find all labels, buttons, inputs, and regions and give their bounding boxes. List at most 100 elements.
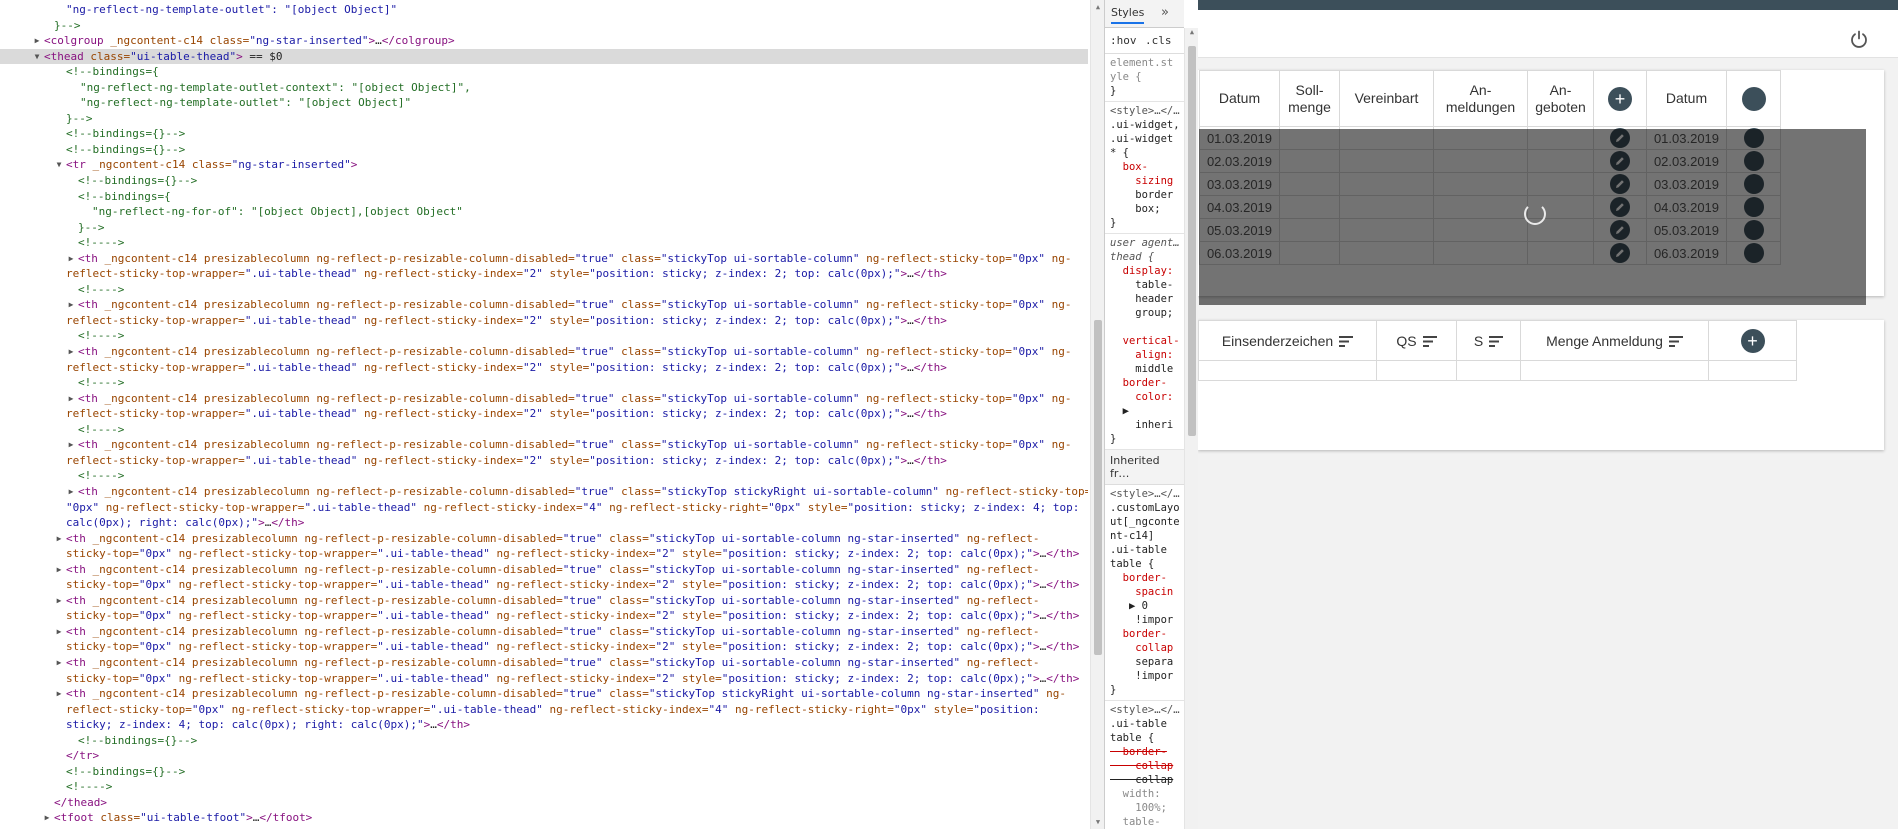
- sort-icon[interactable]: [1417, 333, 1437, 349]
- dom-node-line[interactable]: reflect-sticky-top-wrapper=".ui-table-th…: [0, 360, 1088, 376]
- dom-node-line[interactable]: ▶ <th _ngcontent-c14 presizablecolumn ng-…: [0, 655, 1088, 671]
- selected-dom-node[interactable]: ▼ <thead class="ui-table-thead"> == $0: [0, 48, 1088, 65]
- hov-toggle[interactable]: :hov: [1110, 34, 1137, 47]
- css-rule[interactable]: element.st yle {}: [1105, 54, 1184, 102]
- css-rule[interactable]: <style>…</… .customLayo ut[_ngconte nt-c14]…: [1105, 485, 1184, 701]
- dom-node-line[interactable]: <!--bindings={: [0, 64, 1088, 80]
- dom-node-line[interactable]: ▶ <th _ngcontent-c14 presizablecolumn ng-…: [0, 297, 1088, 313]
- dom-node-line[interactable]: }-->: [0, 220, 1088, 236]
- expand-triangle-icon[interactable]: ▶: [42, 810, 52, 826]
- dom-node-line[interactable]: "ng-reflect-ng-template-outlet-context":…: [0, 80, 1088, 96]
- expand-triangle-icon[interactable]: ▶: [66, 297, 76, 313]
- dom-node-line[interactable]: sticky-top="0px" ng-reflect-sticky-top-w…: [0, 671, 1088, 687]
- expand-triangle-icon[interactable]: ▶: [54, 655, 64, 671]
- sortable-column-header[interactable]: Menge Anmeldung: [1520, 320, 1709, 361]
- dom-node-line[interactable]: <!--bindings={}-->: [0, 142, 1088, 158]
- dom-node-line[interactable]: "0px" ng-reflect-sticky-top-wrapper=".ui…: [0, 500, 1088, 516]
- dom-node-line[interactable]: <!---->: [0, 375, 1088, 391]
- column-header[interactable]: Vereinbart: [1339, 70, 1434, 127]
- styles-scrollbar[interactable]: ▲: [1184, 28, 1198, 829]
- scrollbar-thumb[interactable]: [1188, 46, 1196, 436]
- dom-node-line[interactable]: ▶ <th _ngcontent-c14 presizablecolumn ng-…: [0, 531, 1088, 547]
- dom-node-line[interactable]: ▶ <th _ngcontent-c14 presizablecolumn ng-…: [0, 686, 1088, 702]
- dom-node-line[interactable]: ▶ <th _ngcontent-c14 presizablecolumn ng-…: [0, 484, 1088, 500]
- more-tabs-icon[interactable]: »: [1161, 5, 1169, 20]
- dom-node-line[interactable]: "ng-reflect-ng-template-outlet": "[objec…: [0, 2, 1088, 18]
- column-header[interactable]: Soll- menge: [1279, 70, 1340, 127]
- dom-node-line[interactable]: reflect-sticky-top-wrapper=".ui-table-th…: [0, 406, 1088, 422]
- dom-node-line[interactable]: sticky-top="0px" ng-reflect-sticky-top-w…: [0, 546, 1088, 562]
- dom-node-line[interactable]: <!--bindings={}-->: [0, 173, 1088, 189]
- add-row-button[interactable]: +: [1608, 86, 1632, 111]
- dom-node-line[interactable]: sticky-top="0px" ng-reflect-sticky-top-w…: [0, 639, 1088, 655]
- dom-node-line[interactable]: calc(0px); right: calc(0px);">…</th>: [0, 515, 1088, 531]
- header-add-cell[interactable]: +: [1593, 70, 1647, 127]
- scroll-up-icon[interactable]: ▲: [1185, 28, 1199, 36]
- css-rule[interactable]: <style>…</… .ui-widget, .ui-widget * { box-…: [1105, 102, 1184, 234]
- cls-toggle[interactable]: .cls: [1145, 34, 1172, 47]
- expand-triangle-icon[interactable]: ▶: [66, 391, 76, 407]
- scroll-up-icon[interactable]: ▲: [1091, 0, 1105, 14]
- expand-triangle-icon[interactable]: ▶: [54, 624, 64, 640]
- expand-triangle-icon[interactable]: ▶: [54, 531, 64, 547]
- expand-triangle-icon[interactable]: ▶: [66, 484, 76, 500]
- tab-styles[interactable]: Styles: [1111, 6, 1145, 24]
- dom-node-line[interactable]: <!---->: [0, 468, 1088, 484]
- css-rule[interactable]: user agent… thead { display: table- heade…: [1105, 234, 1184, 450]
- dom-node-line[interactable]: sticky; z-index: 4; top: calc(0px); righ…: [0, 717, 1088, 733]
- dom-node-line[interactable]: reflect-sticky-top-wrapper=".ui-table-th…: [0, 266, 1088, 282]
- sort-icon[interactable]: [1333, 333, 1354, 349]
- dom-node-line[interactable]: <!--bindings={}-->: [0, 764, 1088, 780]
- dom-node-line[interactable]: ▶ <th _ngcontent-c14 presizablecolumn ng-…: [0, 391, 1088, 407]
- collapse-triangle-icon[interactable]: ▼: [32, 49, 42, 65]
- dom-node-line[interactable]: </thead>: [0, 795, 1088, 811]
- sortable-column-header[interactable]: QS: [1376, 320, 1457, 361]
- column-header[interactable]: Datum: [1199, 70, 1280, 127]
- dom-node-line[interactable]: }-->: [0, 111, 1088, 127]
- dom-tree-scrollbar[interactable]: ▲ ▼: [1090, 0, 1104, 829]
- sort-icon[interactable]: [1483, 333, 1504, 349]
- dom-node-line[interactable]: </tr>: [0, 748, 1088, 764]
- scroll-down-icon[interactable]: ▼: [1091, 815, 1105, 829]
- header-add-cell[interactable]: +: [1708, 320, 1797, 361]
- expand-triangle-icon[interactable]: ▶: [66, 344, 76, 360]
- dom-node-line[interactable]: reflect-sticky-top-wrapper=".ui-table-th…: [0, 313, 1088, 329]
- collapse-triangle-icon[interactable]: ▼: [54, 157, 64, 173]
- column-options-button[interactable]: [1741, 86, 1766, 111]
- dom-node-line[interactable]: sticky-top="0px" ng-reflect-sticky-top-w…: [0, 608, 1088, 624]
- dom-node-line[interactable]: ▶ <th _ngcontent-c14 presizablecolumn ng-…: [0, 562, 1088, 578]
- expand-triangle-icon[interactable]: ▶: [66, 437, 76, 453]
- dom-node-line[interactable]: reflect-sticky-top-wrapper=".ui-table-th…: [0, 453, 1088, 469]
- dom-node-line[interactable]: ▼ <tr _ngcontent-c14 class="ng-star-inser…: [0, 157, 1088, 173]
- column-header[interactable]: An- meldungen: [1433, 70, 1528, 127]
- dom-node-line[interactable]: }-->: [0, 18, 1088, 34]
- dom-node-line[interactable]: <!--bindings={}-->: [0, 733, 1088, 749]
- expand-triangle-icon[interactable]: ▶: [66, 251, 76, 267]
- expand-triangle-icon[interactable]: ▶: [54, 562, 64, 578]
- scrollbar-thumb[interactable]: [1094, 320, 1102, 655]
- column-header[interactable]: An- geboten: [1527, 70, 1594, 127]
- dom-node-line[interactable]: <!--bindings={: [0, 189, 1088, 205]
- dom-node-line[interactable]: ▶ <th _ngcontent-c14 presizablecolumn ng-…: [0, 437, 1088, 453]
- sortable-column-header[interactable]: S: [1456, 320, 1521, 361]
- add-registration-button[interactable]: +: [1740, 328, 1765, 353]
- power-icon[interactable]: [1850, 30, 1868, 48]
- dom-node-line[interactable]: <!---->: [0, 422, 1088, 438]
- expand-triangle-icon[interactable]: ▶: [54, 686, 64, 702]
- dom-node-line[interactable]: <!---->: [0, 235, 1088, 251]
- dom-node-line[interactable]: reflect-sticky-top="0px" ng-reflect-stic…: [0, 702, 1088, 718]
- dom-node-line[interactable]: <!--bindings={}-->: [0, 126, 1088, 142]
- dom-node-line[interactable]: sticky-top="0px" ng-reflect-sticky-top-w…: [0, 577, 1088, 593]
- dom-node-line[interactable]: "ng-reflect-ng-template-outlet": "[objec…: [0, 95, 1088, 111]
- dom-node-line[interactable]: <!---->: [0, 282, 1088, 298]
- dom-node-line[interactable]: <!---->: [0, 779, 1088, 795]
- dom-node-line[interactable]: ▶ <th _ngcontent-c14 presizablecolumn ng-…: [0, 593, 1088, 609]
- dom-node-line[interactable]: "ng-reflect-ng-for-of": "[object Object]…: [0, 204, 1088, 220]
- expand-triangle-icon[interactable]: ▶: [32, 33, 42, 49]
- sortable-column-header[interactable]: Einsenderzeichen: [1198, 320, 1377, 361]
- dom-node-line[interactable]: ▶ <th _ngcontent-c14 presizablecolumn ng-…: [0, 251, 1088, 267]
- header-action-cell[interactable]: [1726, 70, 1781, 127]
- css-rule[interactable]: <style>…</… .ui-table table { border- coll…: [1105, 701, 1184, 829]
- dom-node-line[interactable]: <!---->: [0, 328, 1088, 344]
- dom-node-line[interactable]: ▶ <tfoot class="ui-table-tfoot">…</tfoot>: [0, 810, 1088, 826]
